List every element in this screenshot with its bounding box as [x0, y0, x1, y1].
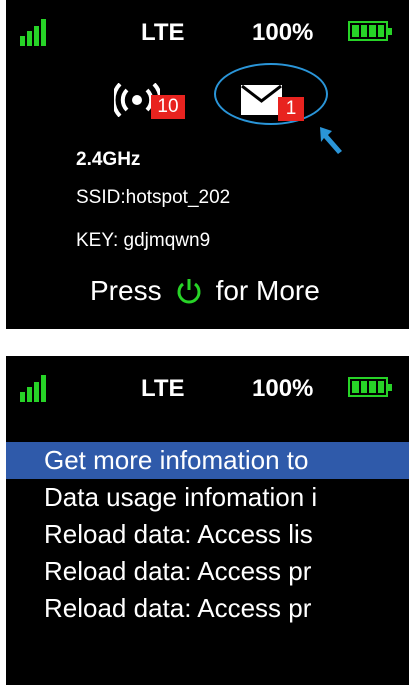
connected-clients-badge: 10 — [151, 95, 185, 119]
menu-item[interactable]: Get more infomation to — [6, 442, 409, 479]
menu-item[interactable]: Data usage infomation i — [6, 479, 409, 516]
status-bar: LTE 100% — [6, 372, 409, 406]
status-bar: LTE 100% — [6, 16, 409, 50]
ssid-label: SSID:hotspot_202 — [76, 187, 231, 208]
arrow-icon — [320, 127, 342, 154]
menu-item[interactable]: Reload data: Access pr — [6, 553, 409, 590]
network-type: LTE — [141, 375, 185, 402]
menu-item[interactable]: Reload data: Access lis — [6, 516, 409, 553]
battery-percent: 100% — [252, 19, 314, 46]
menu-item[interactable]: Reload data: Access pr — [6, 590, 409, 627]
message-count-badge: 1 — [278, 97, 304, 121]
press-suffix: for More — [215, 275, 320, 306]
press-prefix: Press — [90, 275, 162, 306]
signal-icon — [20, 18, 52, 46]
battery-percent: 100% — [252, 375, 314, 402]
home-screen: LTE 100% 10 1 2.4GHz SSID:hotspot_202 KE… — [6, 0, 409, 329]
frequency-label: 2.4GHz — [76, 149, 141, 170]
power-icon[interactable] — [176, 278, 202, 304]
signal-icon — [20, 374, 52, 402]
battery-icon — [348, 21, 392, 41]
press-for-more-hint: Press for More — [90, 275, 320, 307]
menu-screen: LTE 100% Get more infomation to Data usa… — [6, 356, 409, 685]
mail-icon[interactable] — [241, 85, 282, 115]
wifi-key-label: KEY: gdjmqwn9 — [76, 230, 211, 251]
battery-icon — [348, 377, 392, 397]
info-menu: Get more infomation to Data usage infoma… — [6, 442, 409, 627]
network-type: LTE — [141, 19, 185, 46]
